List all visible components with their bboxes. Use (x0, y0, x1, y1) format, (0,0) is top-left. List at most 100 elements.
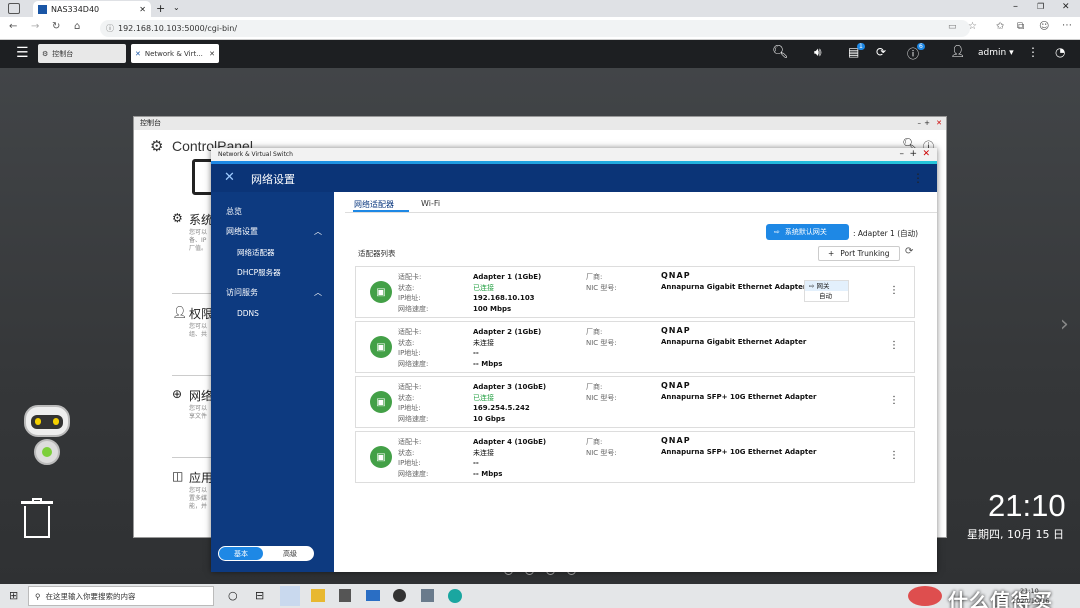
app-icon[interactable] (393, 589, 406, 602)
adapter-menu-icon[interactable]: ⋮ (889, 395, 899, 406)
sidebar-item-overview[interactable]: 总览 (211, 202, 334, 222)
user-icon[interactable]: 👤︎ (950, 44, 965, 58)
minimize-icon[interactable]: – (1013, 1, 1018, 12)
adapter-ip: 169.254.5.242 (473, 404, 530, 412)
close-icon[interactable]: ✕ (922, 148, 930, 161)
url-text: 192.168.10.103:5000/cgi-bin/ (118, 24, 238, 33)
label-nic: NIC 型号: (586, 448, 617, 457)
browser-tab-bar: NAS334D40 ✕ + ⌄ – ❐ ✕ (0, 0, 1080, 17)
tab-list-icon[interactable]: ⌄ (173, 3, 180, 12)
taskbar-tab-network[interactable]: ✕ Network & Virt... ✕ (131, 44, 219, 63)
store-icon[interactable] (339, 589, 351, 602)
tab-actions-icon[interactable] (8, 3, 20, 14)
qts-topbar: ☰ ⚙ 控制台 ✕ Network & Virt... ✕ 🔍︎ 🔊︎ ▤ 1 ⟳ ⓘ… (0, 40, 1080, 68)
forward-icon[interactable]: → (31, 21, 39, 32)
more-options-icon[interactable]: ⋮ (1027, 45, 1039, 59)
windows-start-icon[interactable]: ⊞ (9, 589, 18, 602)
sidebar-item-access-services[interactable]: 访问服务 ︿ (211, 283, 334, 303)
back-icon[interactable]: ← (9, 21, 17, 32)
dashboard-icon[interactable]: ◔ (1055, 45, 1065, 59)
section-applications[interactable]: 应用 (189, 469, 213, 486)
mode-basic-button[interactable]: 基本 (219, 547, 263, 560)
adapter-speed: 10 Gbps (473, 414, 506, 423)
file-explorer-icon[interactable] (311, 589, 325, 602)
tab-network-adapter[interactable]: 网络适配器 (354, 199, 394, 210)
network-services-icon: ⊕ (172, 387, 183, 401)
close-tab-icon[interactable]: ✕ (139, 5, 146, 14)
close-icon[interactable]: ✕ (936, 117, 942, 130)
adapter-menu-icon[interactable]: ⋮ (889, 340, 899, 351)
profile-icon[interactable]: ☺ (1039, 21, 1049, 32)
collections-icon[interactable]: ⧉ (1017, 21, 1024, 32)
close-window-icon[interactable]: ✕ (1062, 2, 1070, 12)
refresh-icon[interactable]: ⟳ (905, 246, 913, 257)
minimize-icon[interactable]: – (918, 117, 922, 130)
adapter-menu-icon[interactable]: ⋮ (889, 450, 899, 461)
maximize-icon[interactable]: + (924, 117, 930, 130)
home-icon[interactable]: ⌂ (74, 21, 80, 32)
bookmark-star-icon[interactable]: ☆ (968, 21, 977, 32)
close-tab-icon[interactable]: ✕ (209, 50, 215, 58)
sidebar-item-dhcp-server[interactable]: DHCP服务器 (211, 263, 334, 283)
adapter-name: Adapter 4 (10GbE) (473, 438, 547, 446)
main-menu-icon[interactable]: ☰ (16, 45, 29, 61)
reload-icon[interactable]: ↻ (52, 21, 60, 32)
qnap-favicon-icon (38, 4, 47, 14)
network-switch-icon: ✕ (224, 170, 235, 185)
adapter-menu-icon[interactable]: ⋮ (889, 285, 899, 296)
adapter-card[interactable]: ▣ 适配卡: 状态: IP地址: 网络速度: Adapter 4 (10GbE)… (355, 431, 915, 483)
gateway-icon: ⇨ (774, 228, 780, 236)
more-options-icon[interactable]: ⋮ (912, 171, 924, 185)
sidebar-item-ddns[interactable]: DDNS (211, 304, 334, 324)
qboost-robot-icon[interactable] (18, 405, 78, 477)
label-adapter: 适配卡: (398, 273, 422, 281)
url-field[interactable]: 192.168.10.103:5000/cgi-bin/ (100, 20, 970, 37)
taskbar-search-box[interactable]: ⚲ 在这里输入你要搜索的内容 (28, 586, 214, 606)
section-privilege[interactable]: 权限 (189, 305, 213, 322)
app-icon[interactable] (421, 589, 434, 602)
search-icon[interactable]: 🔍︎ (772, 45, 789, 60)
browser-tab[interactable]: NAS334D40 ✕ (33, 1, 151, 17)
next-page-icon[interactable]: › (1060, 312, 1069, 337)
tab-divider (345, 212, 937, 213)
default-gateway-button[interactable]: ⇨ 系统默认网关 (766, 224, 849, 240)
qfinder-icon[interactable] (448, 589, 462, 603)
info-icon[interactable]: ⓘ (106, 23, 114, 34)
new-tab-icon[interactable]: + (156, 2, 165, 15)
section-network[interactable]: 网络 (189, 387, 213, 404)
gateway-button-label: 系统默认网关 (784, 228, 827, 236)
volume-icon[interactable]: 🔊︎ (814, 45, 822, 60)
tab-wifi[interactable]: Wi-Fi (421, 199, 440, 208)
task-view-icon[interactable]: ○ (228, 589, 238, 602)
adapter-card[interactable]: ▣ 适配卡: 状态: IP地址: 网络速度: Adapter 2 (1GbE) … (355, 321, 915, 373)
section-system[interactable]: 系统 (189, 211, 213, 228)
port-trunking-button[interactable]: + Port Trunking (818, 246, 900, 261)
adapter-values: Adapter 3 (10GbE) 已连接 169.254.5.242 10 G… (473, 382, 546, 424)
label-ip: IP地址: (398, 349, 421, 357)
maximize-icon[interactable]: + (909, 148, 917, 161)
ethernet-port-icon: ▣ (370, 336, 392, 358)
mode-advanced-button[interactable]: 高级 (268, 547, 312, 560)
browser-menu-icon[interactable]: ⋯ (1062, 20, 1072, 31)
adapter-speed: -- Mbps (473, 469, 503, 478)
mail-icon[interactable] (366, 590, 380, 601)
adapter-card[interactable]: ▣ 适配卡: 状态: IP地址: 网络速度: Adapter 3 (10GbE)… (355, 376, 915, 428)
reader-view-icon[interactable]: ▭ (948, 22, 957, 32)
sidebar-item-label: 访问服务 (226, 288, 258, 297)
sidebar-item-network-settings[interactable]: 网络设置 ︿ (211, 222, 334, 242)
adapter-card[interactable]: ▣ 适配卡: 状态: IP地址: 网络速度: Adapter 1 (1GbE) … (355, 266, 915, 318)
favorites-icon[interactable]: ✩ (996, 21, 1004, 32)
notification-badge: 6 (917, 43, 925, 50)
multitask-icon[interactable]: ⊟ (255, 589, 264, 602)
minimize-icon[interactable]: – (900, 148, 905, 161)
adapter-labels: 适配卡: 状态: IP地址: 网络速度: (398, 272, 428, 314)
user-menu[interactable]: admin ▾ (978, 48, 1014, 58)
sync-icon[interactable]: ⟳ (876, 45, 886, 59)
taskbar-tab-controlpanel[interactable]: ⚙ 控制台 (38, 44, 126, 63)
nvs-titlebar: Network & Virtual Switch – + ✕ (211, 148, 937, 161)
sidebar-item-network-adapter[interactable]: 网络适配器 (211, 243, 334, 263)
mode-toggle[interactable]: 基本 高级 (218, 546, 314, 561)
recycle-bin-icon[interactable] (21, 498, 53, 538)
maximize-icon[interactable]: ❐ (1037, 2, 1044, 11)
edge-browser-icon[interactable] (280, 586, 300, 606)
